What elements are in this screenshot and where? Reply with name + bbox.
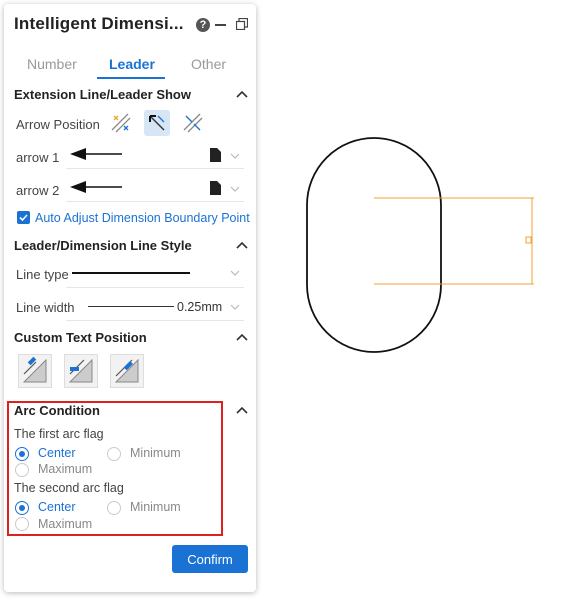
arrow1-label: arrow 1 — [16, 150, 60, 165]
arrow-position-auto-button[interactable] — [180, 110, 206, 136]
line-width-value[interactable]: 0.25mm — [177, 300, 222, 314]
first-arc-minimum-radio[interactable] — [107, 447, 121, 461]
chevron-down-icon[interactable] — [230, 186, 240, 192]
second-arc-minimum-radio[interactable] — [107, 501, 121, 515]
first-arc-center-radio[interactable] — [15, 447, 29, 461]
section-title-leader-style: Leader/Dimension Line Style — [14, 238, 192, 253]
first-arc-flag-label: The first arc flag — [14, 427, 104, 441]
arrows-inside-icon — [111, 113, 131, 133]
arrow2-preview[interactable] — [68, 180, 124, 194]
section-title-arc-condition: Arc Condition — [14, 403, 100, 418]
auto-adjust-label[interactable]: Auto Adjust Dimension Boundary Point — [35, 211, 250, 225]
arrow-position-label: Arrow Position — [16, 117, 100, 132]
arrow1-preview[interactable] — [68, 147, 124, 161]
chevron-down-icon[interactable] — [230, 270, 240, 276]
line-width-preview — [88, 306, 174, 307]
file-icon[interactable] — [210, 181, 221, 195]
drawing-canvas[interactable] — [290, 120, 550, 370]
text-position-center-icon — [64, 354, 98, 388]
chevron-down-icon[interactable] — [230, 153, 240, 159]
line-width-dropdown-underline — [66, 320, 244, 321]
chevron-up-icon[interactable] — [236, 90, 248, 98]
question-circle-icon[interactable]: ? — [196, 18, 210, 32]
line-type-dropdown-underline — [66, 287, 244, 288]
tab-other[interactable]: Other — [191, 56, 226, 72]
line-width-label: Line width — [16, 300, 75, 315]
arrow-position-inside-button[interactable] — [108, 110, 134, 136]
arrow2-label: arrow 2 — [16, 183, 60, 198]
second-arc-center-label[interactable]: Center — [38, 500, 76, 514]
tab-leader[interactable]: Leader — [109, 56, 155, 72]
panel-title: Intelligent Dimensi... — [14, 14, 184, 33]
second-arc-minimum-label[interactable]: Minimum — [130, 500, 181, 514]
text-position-left-icon — [18, 354, 52, 388]
chevron-up-icon[interactable] — [236, 241, 248, 249]
arrow-position-outside-button[interactable] — [144, 110, 170, 136]
line-type-preview[interactable] — [72, 272, 190, 274]
dimension-text-marker[interactable] — [525, 236, 532, 244]
chevron-up-icon[interactable] — [236, 333, 248, 341]
arrow2-dropdown-underline — [66, 201, 244, 202]
arrows-outside-icon — [149, 115, 165, 131]
second-arc-flag-label: The second arc flag — [14, 481, 124, 495]
text-position-center-button[interactable] — [64, 354, 98, 388]
text-position-left-button[interactable] — [18, 354, 52, 388]
text-position-right-button[interactable] — [110, 354, 144, 388]
second-arc-center-radio[interactable] — [15, 501, 29, 515]
tab-bar: Number Leader Other — [4, 52, 256, 80]
second-arc-maximum-radio[interactable] — [15, 517, 29, 531]
arrows-auto-icon — [183, 113, 203, 133]
checkmark-icon — [19, 214, 28, 222]
file-icon[interactable] — [210, 148, 221, 162]
section-title-extension: Extension Line/Leader Show — [14, 87, 191, 102]
active-tab-underline — [97, 77, 165, 79]
tab-number[interactable]: Number — [27, 56, 77, 72]
auto-adjust-checkbox[interactable] — [17, 211, 30, 224]
second-arc-maximum-label[interactable]: Maximum — [38, 517, 92, 531]
first-arc-maximum-label[interactable]: Maximum — [38, 462, 92, 476]
text-position-right-icon — [110, 354, 144, 388]
first-arc-minimum-label[interactable]: Minimum — [130, 446, 181, 460]
arrow1-dropdown-underline — [66, 168, 244, 169]
confirm-button[interactable]: Confirm — [172, 545, 248, 573]
first-arc-maximum-radio[interactable] — [15, 463, 29, 477]
minimize-icon[interactable] — [215, 24, 226, 26]
restore-window-icon[interactable] — [236, 18, 248, 30]
chevron-down-icon[interactable] — [230, 304, 240, 310]
first-arc-center-label[interactable]: Center — [38, 446, 76, 460]
intelligent-dimension-panel: Intelligent Dimensi... ? Number Leader O… — [4, 4, 256, 592]
chevron-up-icon[interactable] — [236, 406, 248, 414]
line-type-label: Line type — [16, 267, 69, 282]
slot-shape[interactable] — [306, 137, 442, 353]
section-title-custom-text: Custom Text Position — [14, 330, 147, 345]
